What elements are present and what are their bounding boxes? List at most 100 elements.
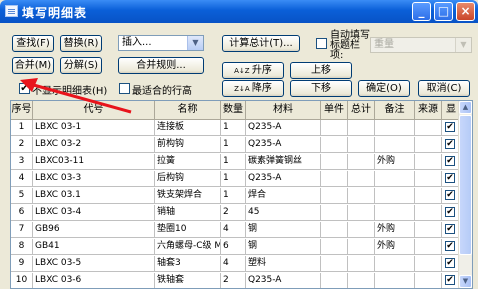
cell-no[interactable]: 9 bbox=[11, 256, 33, 272]
chevron-down-icon[interactable]: ▼ bbox=[187, 36, 203, 50]
cell-note[interactable] bbox=[375, 205, 415, 221]
header-qty[interactable]: 数量 bbox=[221, 101, 246, 120]
cell-code[interactable]: LBXC 03.1 bbox=[33, 188, 155, 204]
cell-no[interactable]: 5 bbox=[11, 188, 33, 204]
show-checkbox[interactable]: ✔ bbox=[445, 173, 455, 183]
show-checkbox[interactable]: ✔ bbox=[445, 224, 455, 234]
cell-total[interactable] bbox=[348, 222, 375, 238]
cell-source[interactable] bbox=[415, 273, 442, 288]
move-up-button[interactable]: 上移 bbox=[290, 62, 352, 79]
cell-name[interactable]: 拉簧 bbox=[155, 154, 221, 170]
cell-note[interactable] bbox=[375, 120, 415, 136]
table-row[interactable]: 2 LBXC 03-2 前构钩 1 Q235-A ✔ bbox=[11, 137, 461, 153]
cell-qty[interactable]: 4 bbox=[221, 222, 246, 238]
cell-name[interactable]: 后构钩 bbox=[155, 171, 221, 187]
cell-name[interactable]: 铁支架焊合 bbox=[155, 188, 221, 204]
table-row[interactable]: 3 LBXC03-11 拉簧 1 碳素弹簧钢丝 外购 ✔ bbox=[11, 154, 461, 170]
cell-source[interactable] bbox=[415, 120, 442, 136]
show-checkbox[interactable]: ✔ bbox=[445, 122, 455, 132]
cell-total[interactable] bbox=[348, 154, 375, 170]
header-unit[interactable]: 单件 bbox=[321, 101, 348, 120]
detail-table[interactable]: 序号 代号 名称 数量 材料 单件 总计 备注 来源 显示 1LBXC 03-1… bbox=[10, 100, 473, 289]
replace-button[interactable]: 替换(R) bbox=[60, 35, 102, 52]
table-row[interactable]: 10 LBXC 03-6 铁轴套 2 Q235-A ✔ bbox=[11, 273, 461, 288]
cell-qty[interactable]: 2 bbox=[221, 273, 246, 288]
cell-total[interactable] bbox=[348, 137, 375, 153]
cell-source[interactable] bbox=[415, 154, 442, 170]
cell-qty[interactable]: 1 bbox=[221, 171, 246, 187]
cell-material[interactable]: Q235-A bbox=[246, 171, 321, 187]
cell-code[interactable]: LBXC 03-3 bbox=[33, 171, 155, 187]
calc-total-button[interactable]: 计算总计(T)... bbox=[222, 35, 300, 52]
cell-source[interactable] bbox=[415, 205, 442, 221]
cell-note[interactable]: 外购 bbox=[375, 154, 415, 170]
show-checkbox[interactable]: ✔ bbox=[445, 139, 455, 149]
cell-name[interactable]: 垫圈10 bbox=[155, 222, 221, 238]
header-material[interactable]: 材料 bbox=[246, 101, 321, 120]
scroll-thumb[interactable] bbox=[459, 115, 472, 255]
header-name[interactable]: 名称 bbox=[155, 101, 221, 120]
cell-qty[interactable]: 1 bbox=[221, 137, 246, 153]
cell-material[interactable]: Q235-A bbox=[246, 137, 321, 153]
cell-note[interactable] bbox=[375, 137, 415, 153]
table-row[interactable]: 5 LBXC 03.1 铁支架焊合 1 焊合 ✔ bbox=[11, 188, 461, 204]
header-total[interactable]: 总计 bbox=[348, 101, 375, 120]
cell-qty[interactable]: 6 bbox=[221, 239, 246, 255]
maximize-button[interactable]: □ bbox=[434, 2, 453, 21]
cell-unit[interactable] bbox=[321, 171, 348, 187]
cell-total[interactable] bbox=[348, 273, 375, 288]
cell-note[interactable] bbox=[375, 171, 415, 187]
cell-material[interactable]: 焊合 bbox=[246, 188, 321, 204]
cell-note[interactable]: 外购 bbox=[375, 222, 415, 238]
show-checkbox[interactable]: ✔ bbox=[445, 207, 455, 217]
cell-code[interactable]: GB96 bbox=[33, 222, 155, 238]
cell-total[interactable] bbox=[348, 188, 375, 204]
cell-name[interactable]: 前构钩 bbox=[155, 137, 221, 153]
table-row[interactable]: 1 LBXC 03-1 连接板 1 Q235-A ✔ bbox=[11, 120, 461, 136]
cell-unit[interactable] bbox=[321, 154, 348, 170]
cell-note[interactable] bbox=[375, 256, 415, 272]
cell-name[interactable]: 六角螺母-C级 M10 bbox=[155, 239, 221, 255]
close-button[interactable]: × bbox=[456, 2, 475, 21]
table-row[interactable]: 8GB41六角螺母-C级 M106钢 外购 ✔ bbox=[11, 239, 461, 255]
cell-material[interactable]: 钢 bbox=[246, 222, 321, 238]
show-checkbox[interactable]: ✔ bbox=[445, 275, 455, 285]
cancel-button[interactable]: 取消(C) bbox=[418, 80, 470, 97]
vertical-scrollbar[interactable]: ▲ ▼ bbox=[458, 101, 472, 288]
cell-qty[interactable]: 1 bbox=[221, 120, 246, 136]
merge-rule-button[interactable]: 合并规则... bbox=[118, 57, 204, 74]
header-note[interactable]: 备注 bbox=[375, 101, 415, 120]
cell-unit[interactable] bbox=[321, 205, 348, 221]
ok-button[interactable]: 确定(O) bbox=[358, 80, 410, 97]
show-checkbox[interactable]: ✔ bbox=[445, 241, 455, 251]
cell-name[interactable]: 铁轴套 bbox=[155, 273, 221, 288]
sort-desc-button[interactable]: Z↓A 降序 bbox=[222, 80, 284, 97]
cell-no[interactable]: 7 bbox=[11, 222, 33, 238]
cell-note[interactable] bbox=[375, 188, 415, 204]
move-down-button[interactable]: 下移 bbox=[290, 80, 352, 97]
cell-unit[interactable] bbox=[321, 188, 348, 204]
cell-no[interactable]: 3 bbox=[11, 154, 33, 170]
cell-source[interactable] bbox=[415, 222, 442, 238]
cell-code[interactable]: GB41 bbox=[33, 239, 155, 255]
header-source[interactable]: 来源 bbox=[415, 101, 442, 120]
cell-qty[interactable]: 2 bbox=[221, 205, 246, 221]
cell-total[interactable] bbox=[348, 256, 375, 272]
table-row[interactable]: 7 GB96 垫圈10 4 钢 外购 ✔ bbox=[11, 222, 461, 238]
cell-material[interactable]: Q235-A bbox=[246, 273, 321, 288]
cell-source[interactable] bbox=[415, 239, 442, 255]
cell-name[interactable]: 连接板 bbox=[155, 120, 221, 136]
table-row[interactable]: 6 LBXC 03-4 销轴 2 45 ✔ bbox=[11, 205, 461, 221]
cell-total[interactable] bbox=[348, 171, 375, 187]
cell-source[interactable] bbox=[415, 171, 442, 187]
cell-note[interactable] bbox=[375, 273, 415, 288]
cell-unit[interactable] bbox=[321, 120, 348, 136]
cell-unit[interactable] bbox=[321, 137, 348, 153]
cell-qty[interactable]: 1 bbox=[221, 154, 246, 170]
cell-source[interactable] bbox=[415, 256, 442, 272]
cell-unit[interactable] bbox=[321, 222, 348, 238]
cell-no[interactable]: 1 bbox=[11, 120, 33, 136]
cell-material[interactable]: Q235-A bbox=[246, 120, 321, 136]
cell-unit[interactable] bbox=[321, 256, 348, 272]
cell-material[interactable]: 钢 bbox=[246, 239, 321, 255]
